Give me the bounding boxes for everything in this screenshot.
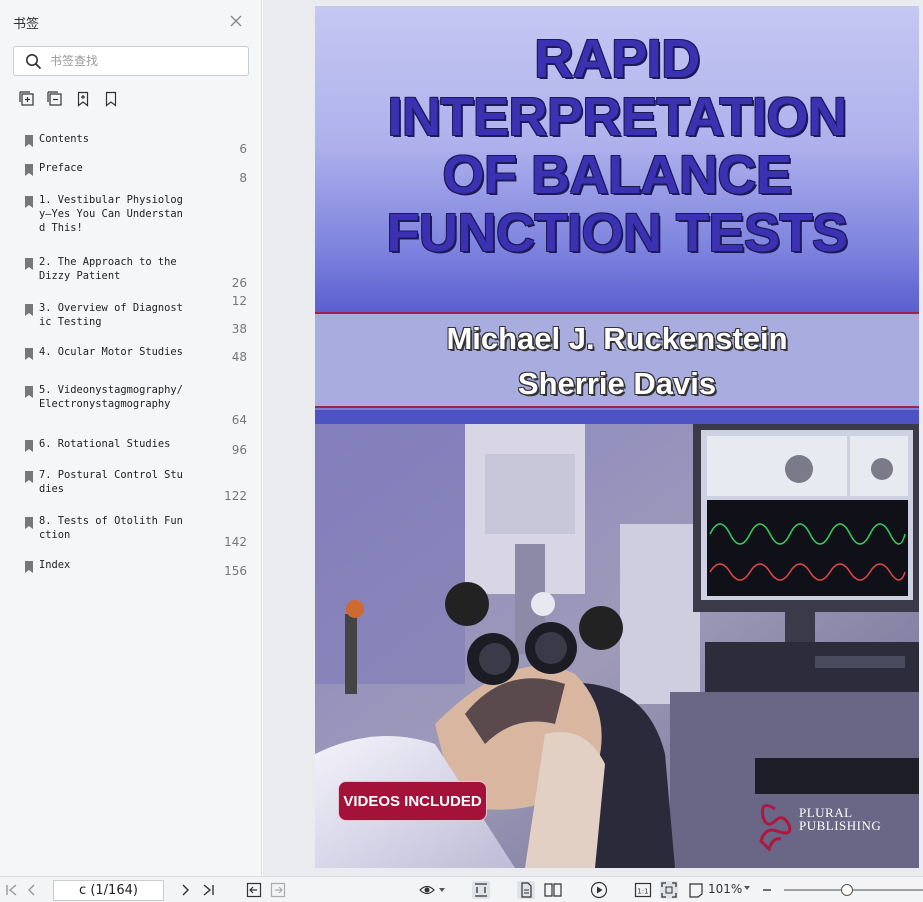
bookmark-label: 8. Tests of Otolith Function (39, 515, 183, 541)
bookmark-item[interactable]: 5. Videonystagmography/ Electronystagmog… (0, 383, 262, 433)
publisher-logo: PLURAL PUBLISHING (755, 801, 895, 851)
bookmark-flag-icon (25, 471, 33, 483)
bookmark-page: 38 (231, 322, 247, 336)
bookmark-page: 122 (224, 489, 247, 503)
bookmark-item[interactable]: 3. Overview of Diagnostic Testing 38 (0, 301, 262, 341)
zoom-slider-thumb[interactable] (840, 884, 853, 896)
zoom-slider[interactable] (784, 889, 923, 891)
read-mode-icon[interactable] (419, 882, 435, 898)
zoom-mode-icon[interactable] (687, 881, 705, 899)
previous-page-icon[interactable] (24, 882, 40, 898)
publisher-ribbon-icon (759, 803, 792, 851)
cover-strip (315, 410, 919, 424)
bookmark-page: 6 (239, 142, 247, 156)
bookmark-flag-icon (25, 561, 33, 573)
bookmark-flag-icon (25, 164, 33, 176)
bookmark-label: 2. The Approach to the Dizzy Patient (39, 256, 183, 282)
bookmark-label: Preface (39, 162, 83, 174)
book-title: RAPID INTERPRETATION OF BALANCE FUNCTION… (386, 29, 849, 263)
bookmark-label: 3. Overview of Diagnostic Testing (39, 302, 183, 328)
fit-width-icon[interactable] (472, 881, 490, 899)
bookmark-label: 7. Postural Control Studies (39, 469, 183, 495)
add-bookmark-icon[interactable] (75, 91, 91, 107)
bookmark-label: 4. Ocular Motor Studies (39, 346, 183, 358)
svg-text:1:1: 1:1 (637, 888, 648, 896)
status-toolbar: c (1/164) 1:1 101% (0, 876, 923, 902)
bookmark-page: 48 (231, 350, 247, 364)
bookmark-flag-icon (25, 348, 33, 360)
expand-all-icon[interactable] (19, 91, 35, 107)
zoom-dropdown-icon[interactable] (744, 886, 750, 890)
single-page-icon[interactable] (517, 881, 535, 899)
bookmark-label: 6. Rotational Studies (39, 438, 171, 450)
bookmark-item[interactable]: 4. Ocular Motor Studies 48 (0, 345, 262, 371)
bookmark-search-input[interactable] (50, 52, 240, 70)
bookmark-tools (19, 91, 119, 107)
first-page-icon[interactable] (4, 882, 20, 898)
bookmark-flag-icon (25, 196, 33, 208)
bookmark-page: 96 (231, 443, 247, 457)
bookmark-item[interactable]: Contents 6 (0, 132, 262, 158)
read-mode-caret-icon[interactable] (439, 888, 445, 892)
close-icon[interactable] (229, 14, 243, 28)
bookmark-item[interactable]: Preface 8 (0, 161, 262, 187)
book-cover-page: RAPID INTERPRETATION OF BALANCE FUNCTION… (315, 6, 919, 868)
bookmark-flag-icon (25, 258, 33, 270)
bookmark-item[interactable]: 2. The Approach to the Dizzy Patient 26 (0, 255, 262, 295)
document-view[interactable]: RAPID INTERPRETATION OF BALANCE FUNCTION… (263, 0, 923, 876)
bookmark-flag-icon (25, 135, 33, 147)
bookmark-item[interactable]: 6. Rotational Studies 96 (0, 437, 262, 463)
search-icon (26, 54, 42, 70)
bookmark-label: 1. Vestibular Physiology—Yes You Can Und… (39, 194, 183, 234)
bookmark-item[interactable]: Index 156 (0, 558, 262, 584)
forward-view-icon[interactable] (270, 882, 286, 898)
collapse-all-icon[interactable] (47, 91, 63, 107)
bookmark-item[interactable]: 7. Postural Control Studies 122 (0, 468, 262, 508)
zoom-level[interactable]: 101% (708, 882, 742, 896)
videos-included-badge: VIDEOS INCLUDED (338, 781, 487, 821)
next-page-icon[interactable] (177, 882, 193, 898)
back-view-icon[interactable] (246, 882, 262, 898)
bookmark-item[interactable]: 8. Tests of Otolith Function 142 (0, 514, 262, 554)
bookmark-flag-icon (25, 440, 33, 452)
bookmark-page: 8 (239, 171, 247, 185)
two-page-icon[interactable] (544, 881, 562, 899)
bookmark-label: Contents (39, 133, 90, 145)
bookmark-page: 64 (231, 413, 247, 427)
bookmark-icon[interactable] (103, 91, 119, 107)
bookmark-flag-icon (25, 304, 33, 316)
bookmark-flag-icon (25, 517, 33, 529)
bookmark-page: 142 (224, 535, 247, 549)
bookmark-label: 5. Videonystagmography/ Electronystagmog… (39, 384, 183, 410)
panel-title: 书签 (13, 17, 40, 32)
page-number-field[interactable]: c (1/164) (53, 880, 164, 901)
bookmark-label: Index (39, 559, 71, 571)
bookmark-item[interactable]: 1. Vestibular Physiology—Yes You Can Und… (0, 193, 262, 308)
last-page-icon[interactable] (200, 882, 216, 898)
actual-size-icon[interactable]: 1:1 (634, 881, 652, 899)
bookmark-page: 156 (224, 564, 247, 578)
bookmark-page: 26 (231, 276, 247, 290)
bookmark-flag-icon (25, 386, 33, 398)
play-icon[interactable] (590, 881, 608, 899)
zoom-out-icon[interactable] (761, 882, 773, 898)
book-authors: Michael J. Ruckenstein Sherrie Davis (446, 321, 788, 401)
bookmark-panel: 书签 Contents 6 (0, 0, 262, 876)
fit-page-icon[interactable] (660, 881, 678, 899)
bookmark-search[interactable] (13, 46, 249, 76)
publisher-name-line2: PUBLISHING (799, 818, 882, 833)
